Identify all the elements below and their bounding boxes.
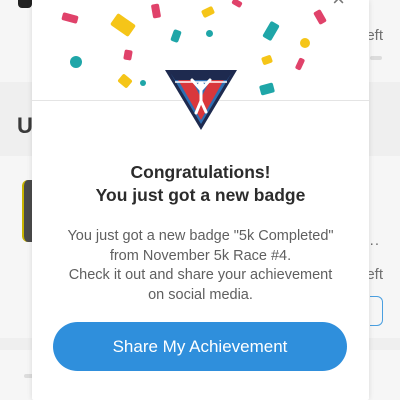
dialog-title-line-2: You just got a new badge xyxy=(95,185,306,205)
confetti-piece xyxy=(313,8,327,26)
dialog-description-line-1: You just got a new badge "5k Completed" xyxy=(67,228,334,244)
share-achievement-button[interactable]: Share My Achievement xyxy=(53,322,347,371)
confetti-piece xyxy=(170,28,182,44)
dialog-title: Congratulations! You just got a new badg… xyxy=(32,161,369,207)
background-outline-button xyxy=(370,296,383,326)
close-icon[interactable]: × xyxy=(332,0,345,10)
confetti-dot xyxy=(300,38,310,48)
confetti-piece xyxy=(200,5,216,19)
confetti-piece xyxy=(150,3,162,19)
confetti-piece xyxy=(123,49,133,61)
dialog-description: You just got a new badge "5k Completed" … xyxy=(44,227,357,305)
confetti-dot xyxy=(206,30,213,37)
confetti-dot xyxy=(70,56,82,68)
dialog-description-line-4: on social media. xyxy=(148,286,253,303)
confetti-piece xyxy=(294,57,306,71)
confetti-piece xyxy=(109,12,137,38)
confetti-piece xyxy=(231,0,243,9)
runner-finish-badge-icon xyxy=(165,68,237,130)
confetti-dot xyxy=(140,80,146,86)
badge-congrats-dialog: × Congratulations! Y xyxy=(32,0,369,400)
confetti-piece xyxy=(260,54,274,66)
background-progress-track xyxy=(370,56,382,60)
confetti-piece xyxy=(258,82,276,96)
dialog-title-line-1: Congratulations! xyxy=(130,162,271,182)
dialog-description-line-3: Check it out and share your achievement xyxy=(68,267,333,283)
dialog-description-line-2: from November 5k Race #4. xyxy=(109,247,292,264)
confetti-piece xyxy=(61,12,79,24)
confetti-piece xyxy=(262,20,280,42)
confetti-piece xyxy=(117,73,133,89)
background-avatar-edge xyxy=(18,0,32,8)
background-section-heading: U xyxy=(17,113,33,138)
